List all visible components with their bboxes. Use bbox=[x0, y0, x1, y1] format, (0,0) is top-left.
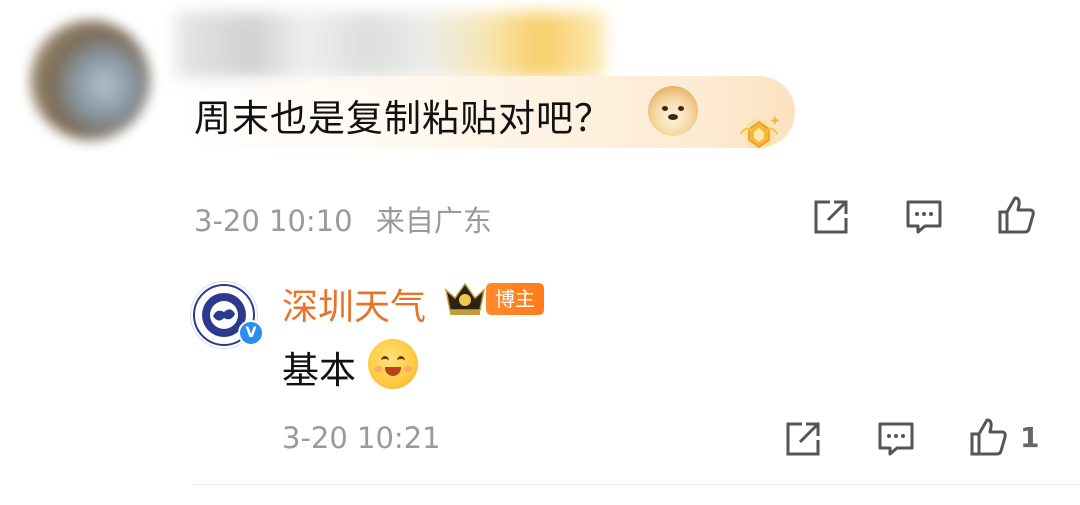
reply-time: 3-20 10:21 bbox=[282, 421, 441, 455]
crown-icon bbox=[442, 278, 488, 318]
hug-smile-icon bbox=[368, 339, 418, 389]
like-icon[interactable] bbox=[995, 194, 1037, 236]
comment-thread: 周末也是复制粘贴对吧？ 3-20 10:10 来自广东 V 深圳天气 博主 基本… bbox=[0, 0, 1080, 505]
reply-comment-icon[interactable] bbox=[875, 418, 917, 460]
reply-author-name[interactable]: 深圳天气 bbox=[282, 278, 426, 330]
commenter-avatar-blurred[interactable] bbox=[30, 20, 150, 140]
verified-v-icon: V bbox=[238, 320, 264, 346]
commenter-name-blurred[interactable] bbox=[175, 12, 605, 78]
divider bbox=[192, 484, 1080, 485]
reply-like-icon[interactable] bbox=[967, 416, 1009, 458]
author-tag-badge: 博主 bbox=[486, 283, 544, 315]
comment-text: 周末也是复制粘贴对吧？ bbox=[194, 97, 612, 140]
comment-meta: 3-20 10:10 来自广东 bbox=[194, 198, 492, 240]
comment-location: 来自广东 bbox=[375, 204, 492, 238]
reply-text: 基本 bbox=[282, 349, 356, 392]
comment-time: 3-20 10:10 bbox=[194, 204, 353, 238]
reply-share-icon[interactable] bbox=[782, 418, 824, 460]
share-icon[interactable] bbox=[810, 196, 852, 238]
fan-badge-icon bbox=[735, 110, 783, 158]
reply-like-count: 1 bbox=[1020, 421, 1040, 454]
doge-icon bbox=[648, 86, 698, 136]
comment-icon[interactable] bbox=[903, 196, 945, 238]
